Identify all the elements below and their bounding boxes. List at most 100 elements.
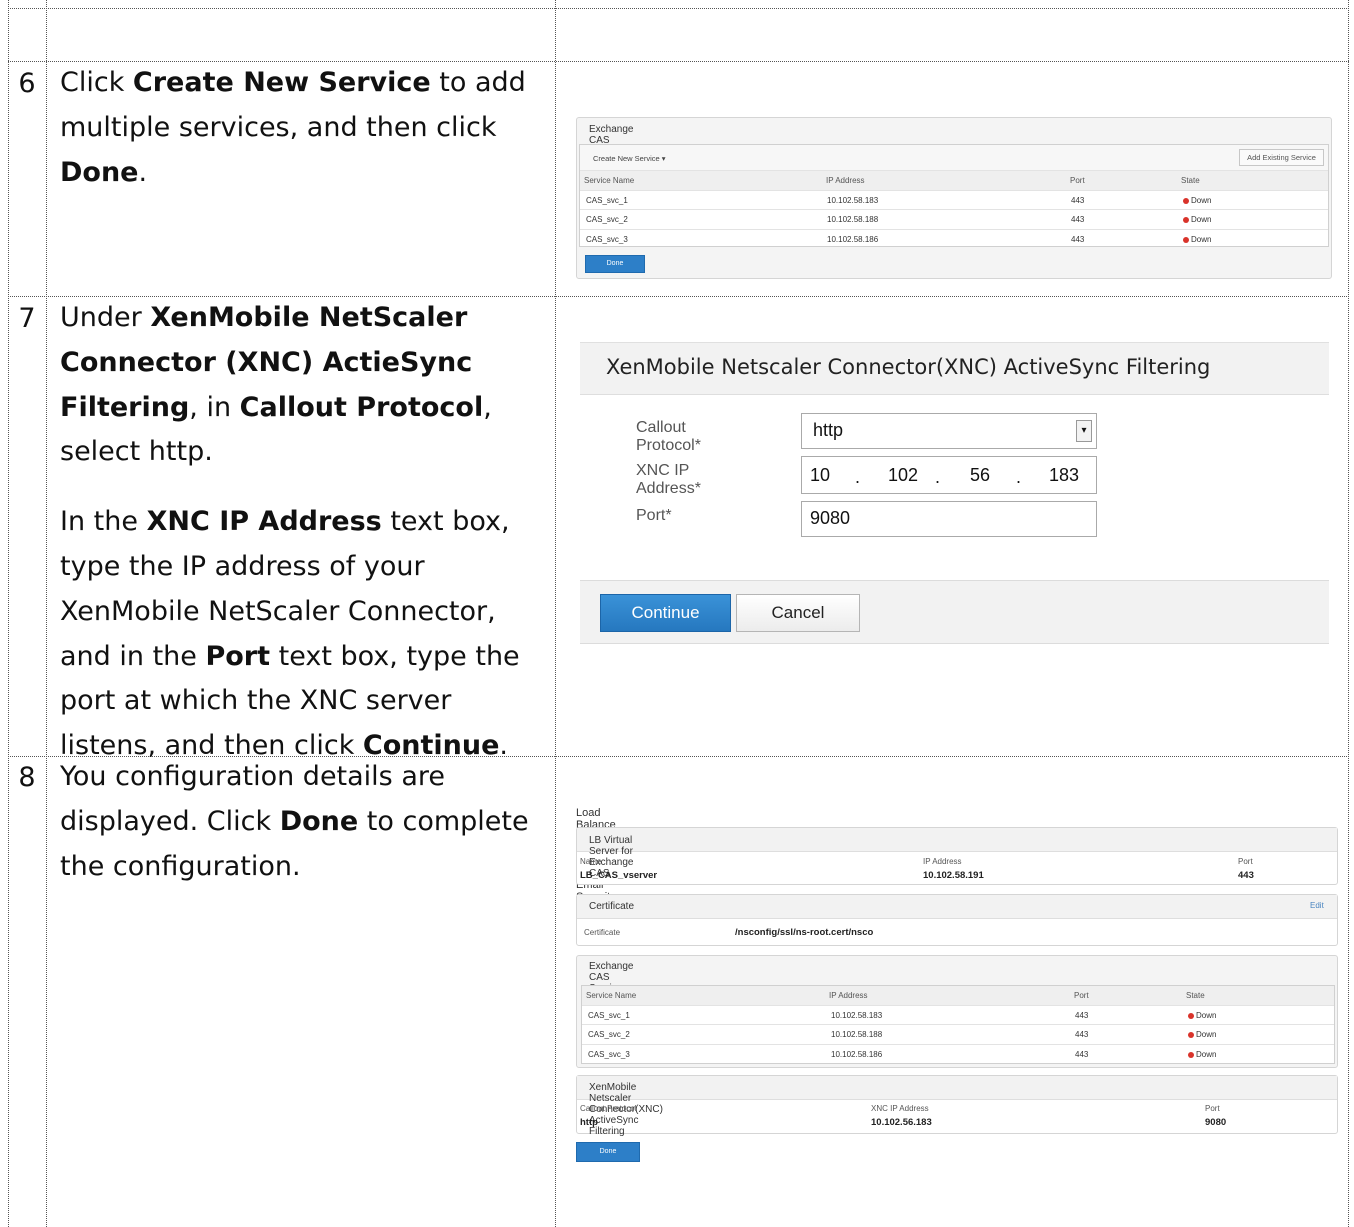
done-button[interactable]: Done <box>576 1142 640 1162</box>
port-cell: 443 <box>1071 195 1085 205</box>
column-header[interactable]: IP Address <box>826 171 865 190</box>
table-row[interactable]: CAS_svc_1 10.102.58.183 443 Down <box>582 1006 1334 1025</box>
xnc-ip-address-value: 10.102.56.183 <box>871 1117 932 1128</box>
done-button[interactable]: Done <box>585 255 645 273</box>
ip-address-cell: 10.102.58.183 <box>831 1010 883 1020</box>
port-label: Port <box>1238 857 1253 866</box>
service-name-cell: CAS_svc_2 <box>586 215 628 224</box>
table-row[interactable]: CAS_svc_2 10.102.58.188 443 Down <box>580 210 1328 230</box>
ip-octet-1[interactable]: 10 <box>810 465 830 486</box>
status-down-icon <box>1183 197 1189 204</box>
step-paragraph: Click Create New Service to add multiple… <box>60 61 545 195</box>
step-paragraph: In the XNC IP Address text box, type the… <box>60 500 545 769</box>
toolbar-row: Create New Service ▾ Add Existing Servic… <box>580 145 1328 171</box>
ip-separator: . <box>935 467 941 487</box>
panel-title: Certificate <box>589 901 635 912</box>
text-run-bold: Create New Service <box>132 67 431 98</box>
column-header[interactable]: Service Name <box>584 171 634 190</box>
port-cell: 443 <box>1075 1049 1089 1059</box>
state-text: Down <box>1191 215 1212 224</box>
ip-octet-3[interactable]: 56 <box>970 465 990 486</box>
name-label: Name <box>580 857 602 866</box>
ip-address-cell: 10.102.58.186 <box>831 1049 883 1059</box>
add-existing-service-button[interactable]: Add Existing Service <box>1239 149 1324 166</box>
port-label: Port <box>1205 1104 1220 1113</box>
step-paragraph: Under XenMobile NetScaler Connector (XNC… <box>60 296 545 475</box>
state-cell: Down <box>1188 1025 1216 1044</box>
certificate-header <box>577 895 1337 919</box>
column-header[interactable]: Service Name <box>586 986 636 1005</box>
xnc-ip-address-label: XNC IP Address <box>871 1104 929 1113</box>
status-down-icon <box>1183 236 1189 243</box>
text-run-bold: Port <box>205 640 271 672</box>
text-run: . <box>138 156 148 188</box>
vserver-header <box>577 828 1337 852</box>
step-paragraph: You configuration details are displayed.… <box>60 755 545 889</box>
table-row[interactable]: CAS_svc_1 10.102.58.183 443 Down <box>580 191 1328 210</box>
table-row[interactable]: CAS_svc_3 10.102.58.186 443 Down <box>580 230 1328 250</box>
state-text: Down <box>1196 1049 1217 1059</box>
ip-address-cell: 10.102.58.186 <box>827 234 879 244</box>
certificate-value: /nsconfig/ssl/ns-root.cert/nsco <box>735 927 874 938</box>
status-down-icon <box>1188 1012 1194 1019</box>
port-input[interactable]: 9080 <box>801 501 1097 537</box>
name-value: LB_CAS_vserver <box>580 870 658 881</box>
callout-protocol-value: http <box>813 420 844 440</box>
continue-button[interactable]: Continue <box>600 594 731 632</box>
ip-octet-2[interactable]: 102 <box>888 465 918 486</box>
service-name-cell: CAS_svc_3 <box>586 234 628 244</box>
create-new-service-dropdown[interactable]: Create New Service ▾ <box>593 149 666 168</box>
ip-address-value: 10.102.58.191 <box>923 870 984 881</box>
table-row-border <box>8 8 1349 9</box>
text-run-bold: Done <box>60 156 139 188</box>
dialog-header: XenMobile Netscaler Connector(XNC) Activ… <box>580 342 1329 395</box>
state-cell: Down <box>1183 230 1211 249</box>
ip-separator: . <box>855 467 861 487</box>
status-down-icon <box>1183 217 1189 223</box>
port-value: 9080 <box>810 508 851 528</box>
service-name-cell: CAS_svc_1 <box>586 195 628 205</box>
state-text: Down <box>1196 1010 1217 1020</box>
port-cell: 443 <box>1071 234 1085 244</box>
dialog-title: XenMobile Netscaler Connector(XNC) Activ… <box>606 355 1211 379</box>
ip-address-cell: 10.102.58.188 <box>831 1030 883 1039</box>
column-header[interactable]: State <box>1181 171 1200 190</box>
chevron-down-icon[interactable]: ▾ <box>1076 420 1092 442</box>
step-number: 6 <box>18 68 36 99</box>
step-instructions: You configuration details are displayed.… <box>60 755 545 889</box>
callout-protocol-select[interactable]: http ▾ <box>801 413 1097 449</box>
edit-link[interactable]: Edit <box>1310 901 1324 910</box>
xnc-ip-address-input[interactable]: 10 . 102 . 56 . 183 <box>801 456 1097 494</box>
dropdown-label: Create New Service <box>593 154 660 163</box>
column-header[interactable]: Port <box>1074 986 1089 1005</box>
callout-protocol-label: Callout Protocol <box>580 1104 637 1113</box>
column-header[interactable]: Port <box>1070 171 1085 190</box>
table-row[interactable]: CAS_svc_3 10.102.58.186 443 Down <box>582 1045 1334 1065</box>
table-divider-image <box>555 0 556 1227</box>
table-row[interactable]: CAS_svc_2 10.102.58.188 443 Down <box>582 1025 1334 1045</box>
port-cell: 443 <box>1075 1030 1089 1039</box>
callout-protocol-label: Callout Protocol* <box>636 419 701 454</box>
service-name-cell: CAS_svc_1 <box>588 1010 630 1020</box>
text-run: Under <box>60 302 151 333</box>
ip-separator: . <box>1016 467 1022 487</box>
service-name-cell: CAS_svc_3 <box>588 1049 630 1059</box>
certificate-label: Certificate <box>584 928 621 937</box>
state-cell: Down <box>1188 1045 1216 1064</box>
ip-octet-4[interactable]: 183 <box>1049 465 1079 486</box>
table-header-row: Service Name IP Address Port State <box>580 171 1328 191</box>
column-header[interactable]: IP Address <box>829 986 868 1005</box>
table-border-right <box>1348 0 1349 1227</box>
cancel-button[interactable]: Cancel <box>736 594 860 632</box>
step-number: 8 <box>18 762 36 793</box>
column-header[interactable]: State <box>1186 986 1205 1005</box>
service-table: Service Name IP Address Port State CAS_s… <box>581 985 1335 1064</box>
text-run-bold: Done <box>279 805 359 837</box>
port-value: 9080 <box>1205 1117 1227 1128</box>
step-number: 7 <box>18 303 36 334</box>
service-table: Create New Service ▾ Add Existing Servic… <box>579 144 1329 247</box>
ip-address-label: IP Address <box>923 857 962 866</box>
xnc-ip-address-label: XNC IP Address* <box>636 462 701 497</box>
ip-address-cell: 10.102.58.183 <box>827 195 879 205</box>
text-run: Click <box>60 67 133 98</box>
